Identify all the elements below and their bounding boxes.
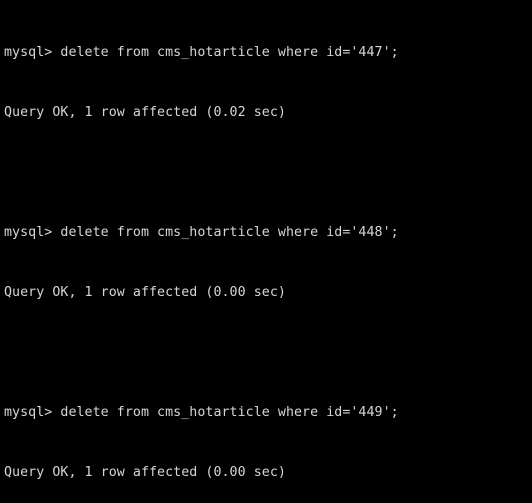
terminal-line: mysql> delete from cms_hotarticle where … xyxy=(4,225,399,240)
terminal-line: mysql> delete from cms_hotarticle where … xyxy=(4,405,399,420)
terminal-line: Query OK, 1 row affected (0.02 sec) xyxy=(4,105,286,120)
terminal-screen[interactable]: mysql> delete from cms_hotarticle where … xyxy=(0,0,532,503)
terminal-line: Query OK, 1 row affected (0.00 sec) xyxy=(4,285,286,300)
terminal-line: mysql> delete from cms_hotarticle where … xyxy=(4,45,399,60)
terminal-line: Query OK, 1 row affected (0.00 sec) xyxy=(4,465,286,480)
